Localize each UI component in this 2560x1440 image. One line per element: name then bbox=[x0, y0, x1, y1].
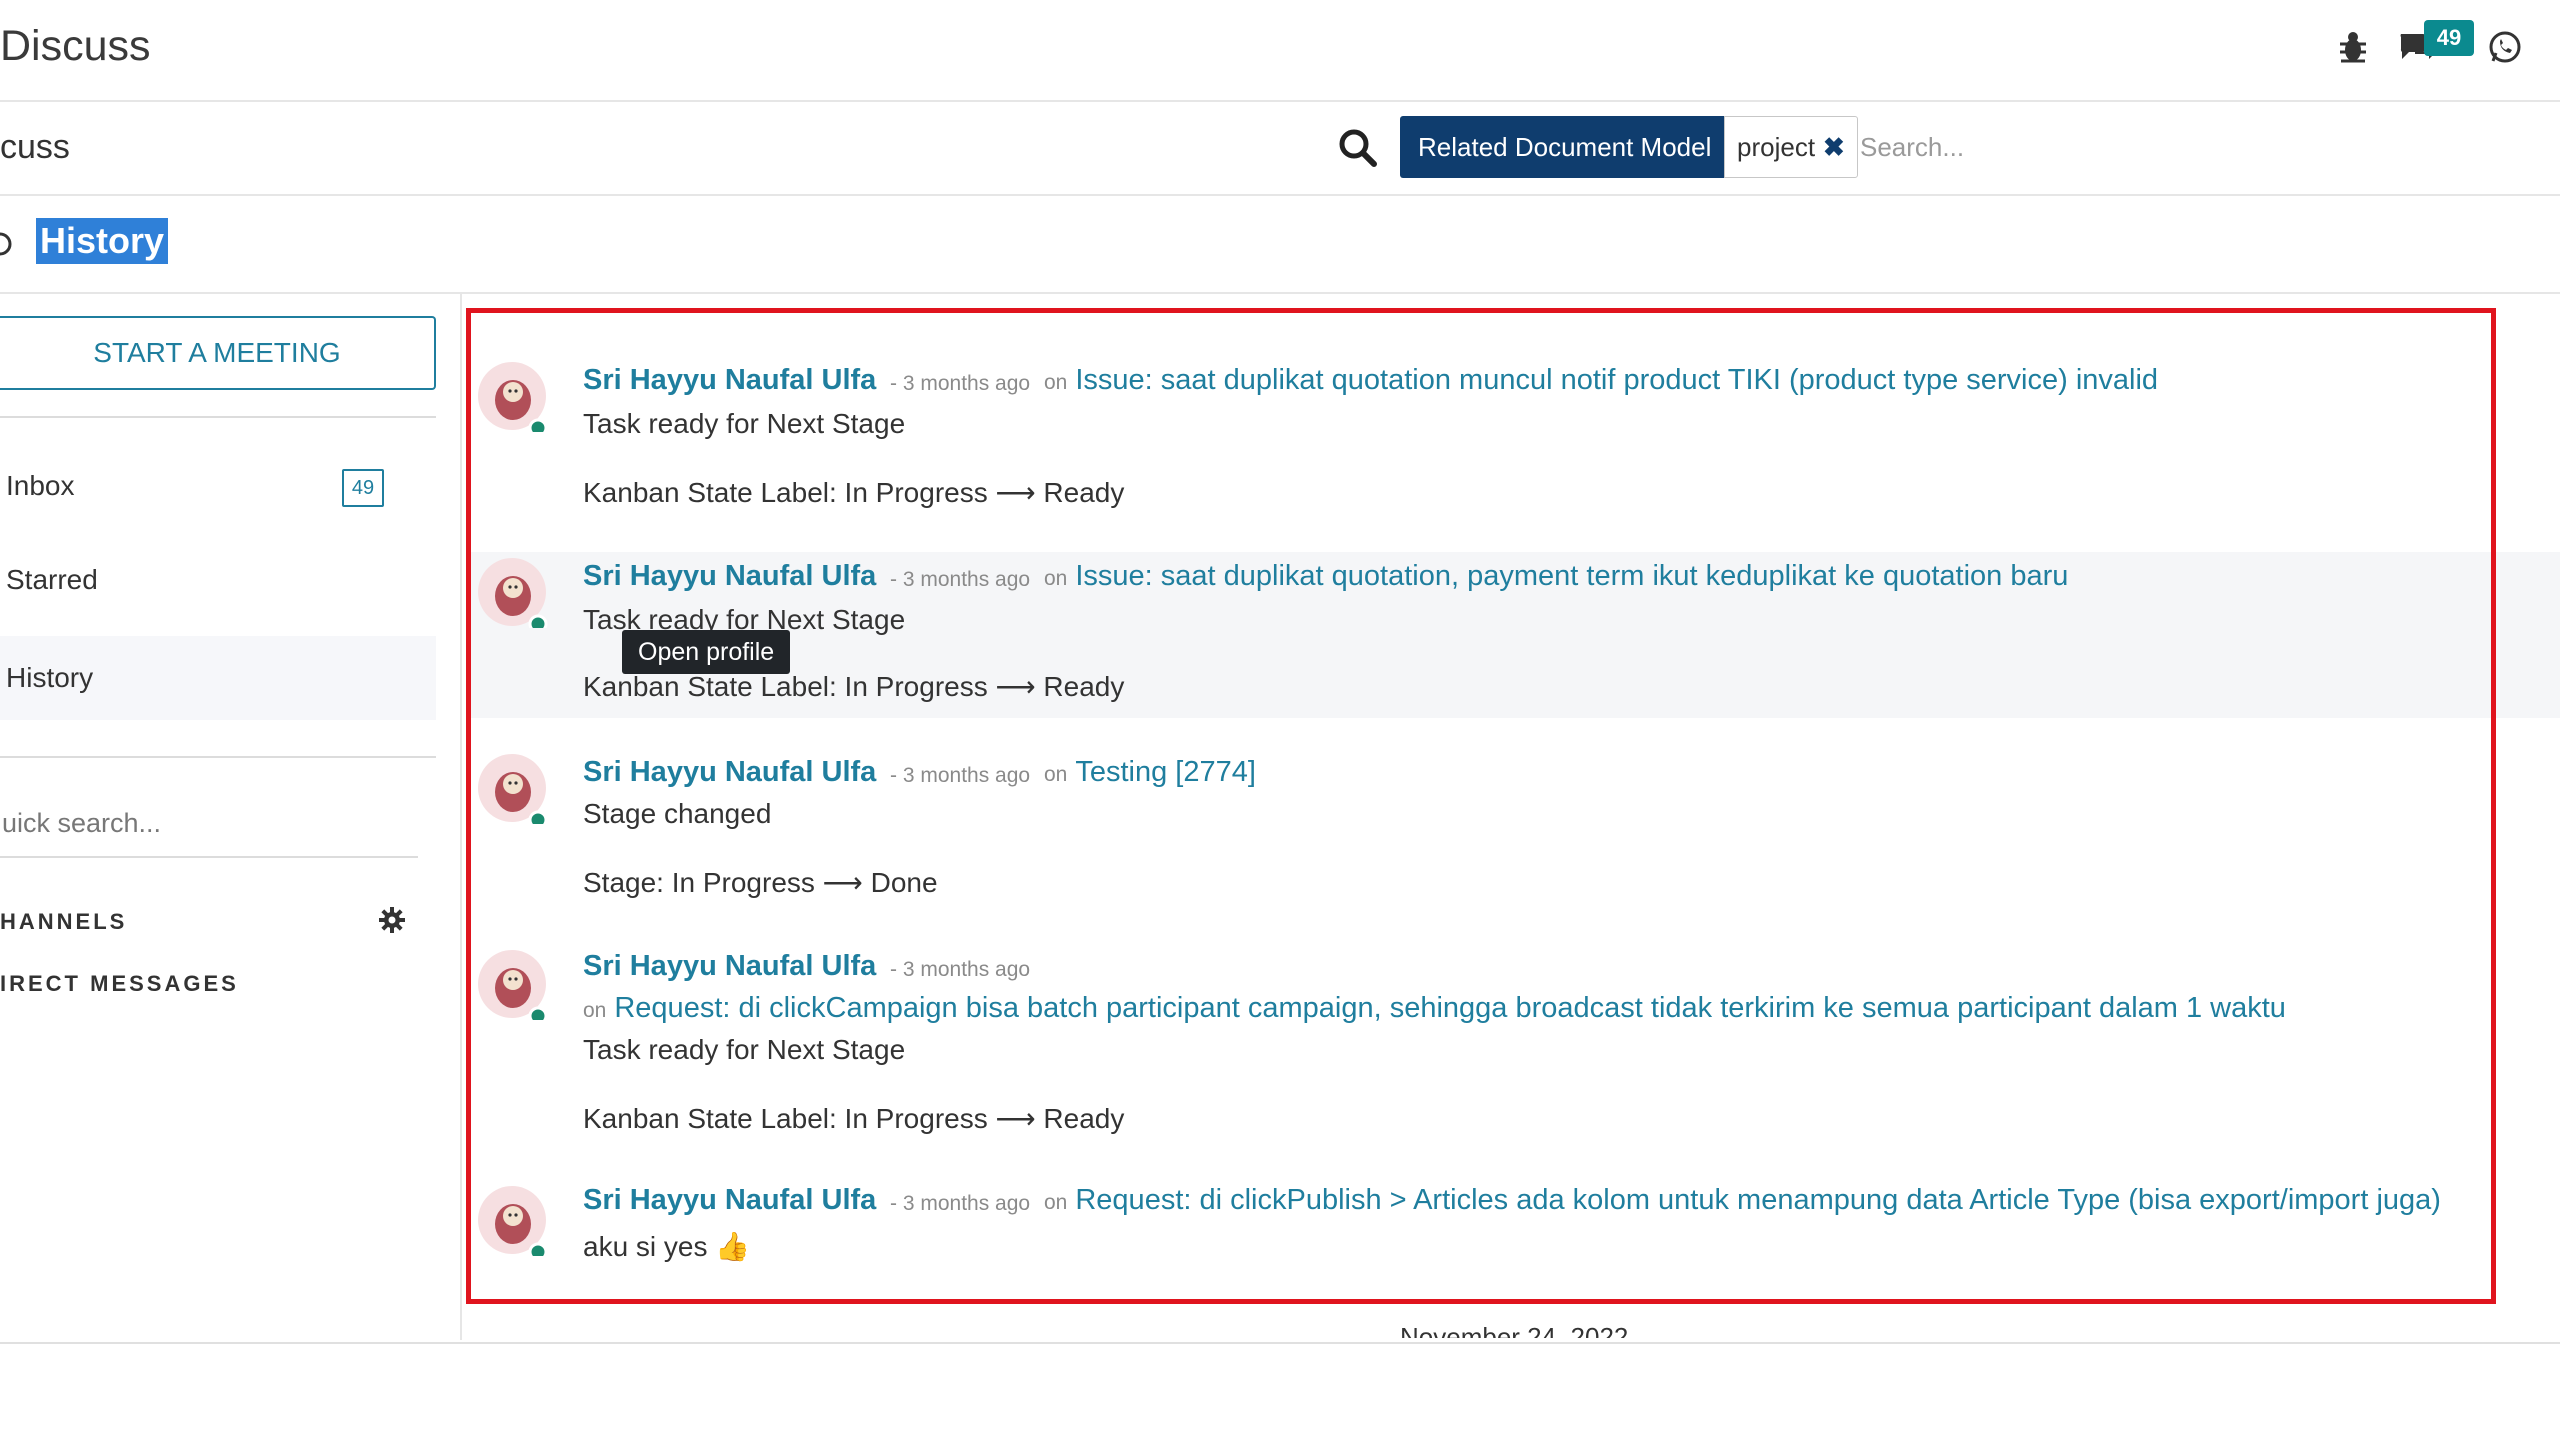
app-title[interactable]: Discuss bbox=[0, 22, 151, 71]
message-author[interactable]: Sri Hayyu Naufal Ulfa bbox=[583, 950, 876, 983]
message-author[interactable]: Sri Hayyu Naufal Ulfa bbox=[583, 756, 876, 789]
thread-header bbox=[0, 196, 2560, 294]
inbox-counter-badge: 49 bbox=[342, 469, 384, 507]
author-avatar[interactable] bbox=[476, 752, 548, 830]
sidebar-divider bbox=[0, 416, 436, 418]
origin-on-label: on bbox=[583, 999, 607, 1022]
gear-icon[interactable] bbox=[378, 906, 406, 942]
search-icon[interactable] bbox=[1338, 128, 1378, 168]
sidebar-item-starred[interactable]: Starred bbox=[0, 538, 436, 622]
search-facet-label: Related Document Model bbox=[1400, 116, 1730, 178]
record-link[interactable]: Issue: saat duplikat quotation, payment … bbox=[1075, 560, 2068, 592]
message-origin: on Request: di clickPublish > Articles ad… bbox=[1044, 1184, 2441, 1217]
message-date: - 3 months ago bbox=[890, 568, 1031, 591]
message-date: - 3 months ago bbox=[890, 764, 1031, 787]
tracking-value: Kanban State Label: In Progress ⟶ Ready bbox=[583, 1103, 1125, 1134]
tracking-value: Kanban State Label: In Progress ⟶ Ready bbox=[583, 477, 1125, 508]
notification-badge[interactable]: 49 bbox=[2424, 20, 2474, 56]
search-facet-value: project ✖ bbox=[1724, 116, 1858, 178]
sidebar-item-label: History bbox=[6, 662, 94, 693]
top-navbar bbox=[0, 0, 2560, 102]
search-input[interactable] bbox=[1858, 120, 2382, 174]
sidebar-divider bbox=[0, 756, 436, 758]
breadcrumb[interactable]: cuss bbox=[0, 128, 70, 167]
thread-title: History bbox=[36, 218, 169, 264]
message-body: Task ready for Next Stage bbox=[583, 408, 906, 439]
facet-remove-icon[interactable]: ✖ bbox=[1823, 132, 1845, 162]
sidebar-item-label: Inbox bbox=[6, 470, 75, 501]
record-link[interactable]: Issue: saat duplikat quotation muncul no… bbox=[1075, 364, 2158, 396]
message-origin: on Request: di clickCampaign bisa batch p… bbox=[583, 992, 2286, 1025]
message: Sri Hayyu Naufal Ulfa - 3 months ago on I… bbox=[470, 338, 2560, 524]
facet-value-text: project bbox=[1737, 132, 1816, 162]
message-body: aku si yes 👍 bbox=[583, 1231, 751, 1262]
direct-messages-section-title[interactable]: IRECT MESSAGES bbox=[0, 971, 239, 997]
tracking-value: Stage: In Progress ⟶ Done bbox=[583, 867, 938, 898]
origin-on-label: on bbox=[1044, 763, 1068, 786]
date-separator: November 24, 2022 bbox=[1400, 1322, 1629, 1338]
record-link[interactable]: Request: di clickPublish > Articles ada … bbox=[1075, 1184, 2441, 1216]
message-origin: on Testing [2774] bbox=[1044, 756, 1256, 789]
sidebar-divider bbox=[0, 856, 418, 858]
whatsapp-icon[interactable] bbox=[2488, 30, 2522, 70]
quick-search-input[interactable] bbox=[0, 800, 422, 846]
history-icon bbox=[0, 230, 14, 265]
message: Sri Hayyu Naufal Ulfa - 3 months ago on T… bbox=[470, 748, 2560, 914]
channels-section-title[interactable]: HANNELS bbox=[0, 909, 127, 935]
message-date: - 3 months ago bbox=[890, 1192, 1031, 1215]
message: Sri Hayyu Naufal Ulfa - 3 months ago on R… bbox=[470, 1180, 2560, 1290]
author-avatar[interactable] bbox=[476, 948, 548, 1026]
author-avatar[interactable] bbox=[476, 360, 548, 438]
tracking-value: Kanban State Label: In Progress ⟶ Ready bbox=[583, 671, 1125, 702]
message: Sri Hayyu Naufal Ulfa - 3 months ago on R… bbox=[470, 944, 2560, 1144]
open-profile-tooltip: Open profile bbox=[622, 630, 791, 674]
bottom-divider bbox=[0, 1342, 2560, 1344]
record-link[interactable]: Request: di clickCampaign bisa batch par… bbox=[614, 992, 2286, 1024]
sidebar-item-history[interactable]: History bbox=[0, 636, 436, 720]
sidebar-item-label: Starred bbox=[6, 564, 98, 595]
origin-on-label: on bbox=[1044, 371, 1068, 394]
author-avatar[interactable] bbox=[476, 556, 548, 634]
message-author[interactable]: Sri Hayyu Naufal Ulfa bbox=[583, 1184, 876, 1217]
author-avatar[interactable] bbox=[476, 1184, 548, 1262]
message-body: Stage changed bbox=[583, 798, 772, 829]
message-origin: on Issue: saat duplikat quotation muncul … bbox=[1044, 364, 2158, 397]
message-author[interactable]: Sri Hayyu Naufal Ulfa bbox=[583, 364, 876, 397]
origin-on-label: on bbox=[1044, 1191, 1068, 1214]
bug-icon[interactable] bbox=[2338, 30, 2368, 70]
message-date: - 3 months ago bbox=[890, 372, 1031, 395]
message-origin: on Issue: saat duplikat quotation, paymen… bbox=[1044, 560, 2068, 593]
origin-on-label: on bbox=[1044, 567, 1068, 590]
message-date: - 3 months ago bbox=[890, 958, 1031, 981]
message-body: Task ready for Next Stage bbox=[583, 1034, 906, 1065]
start-meeting-button[interactable]: START A MEETING bbox=[0, 316, 436, 390]
message-author[interactable]: Sri Hayyu Naufal Ulfa bbox=[583, 560, 876, 593]
record-link[interactable]: Testing [2774] bbox=[1075, 756, 1256, 788]
